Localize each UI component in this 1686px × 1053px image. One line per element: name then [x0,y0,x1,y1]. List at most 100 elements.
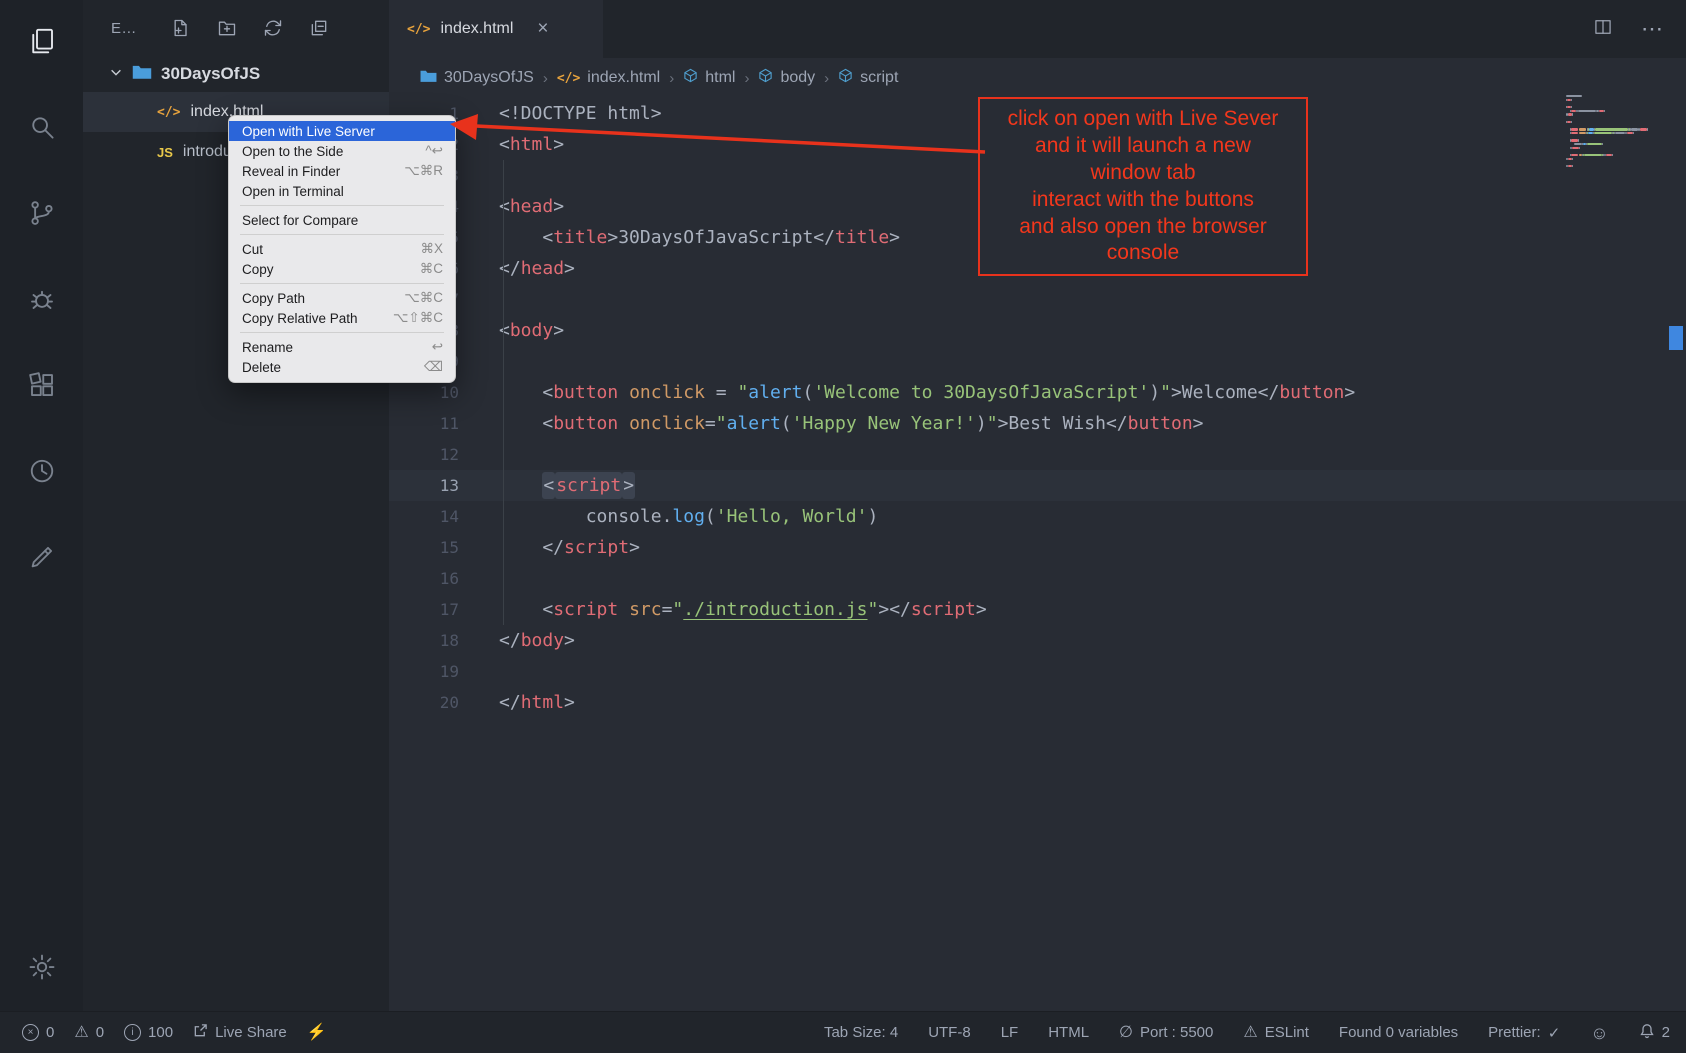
status-live-share[interactable]: Live Share [193,1023,287,1042]
menu-item-shortcut: ⌥⌘R [404,163,443,179]
code-line: 11 <button onclick="alert('Happy New Yea… [389,408,1686,439]
status-0[interactable]: ×0 [22,1024,54,1041]
minimap-line [1566,125,1666,127]
status-100[interactable]: i100 [124,1024,173,1041]
breadcrumb-label: html [705,69,735,87]
menu-item-copy-path[interactable]: Copy Path⌥⌘C [229,288,455,308]
minimap-line [1566,99,1666,101]
breadcrumb-item-script[interactable]: script [838,68,898,88]
status-html[interactable]: HTML [1048,1024,1089,1041]
breadcrumb-item-30daysofjs[interactable]: 30DaysOfJS [420,69,534,88]
breadcrumb-item-index-html[interactable]: </>index.html [557,69,660,87]
menu-item-label: Cut [242,242,263,257]
collapse-all-button[interactable] [309,18,329,38]
menu-item-open-in-terminal[interactable]: Open in Terminal [229,181,455,201]
minimap-line [1566,161,1666,163]
code-line: 16 [389,563,1686,594]
menu-item-copy[interactable]: Copy⌘C [229,259,455,279]
activity-source-control[interactable] [0,172,83,258]
code-line: 9 [389,346,1686,377]
activity-explorer[interactable] [0,0,83,86]
menu-item-reveal-in-finder[interactable]: Reveal in Finder ⌥⌘R [229,161,455,181]
status-utf-8[interactable]: UTF-8 [928,1024,971,1041]
collapse-all-icon [309,25,329,42]
status-lf[interactable]: LF [1001,1024,1019,1041]
activity-extensions[interactable] [0,344,83,430]
status-label: 0 [96,1024,104,1041]
activity-debug[interactable] [0,258,83,344]
line-number: 11 [389,408,499,439]
warning-icon: ⚠ [74,1025,88,1041]
status-2[interactable]: 2 [1639,1023,1670,1043]
status-0[interactable]: ⚠0 [74,1024,104,1041]
breadcrumb-item-body[interactable]: body [758,68,815,88]
menu-item-shortcut: ⌘X [420,241,443,257]
menu-item-delete[interactable]: Delete⌫ [229,357,455,377]
minimap-line [1566,139,1666,141]
code-line: 19 [389,656,1686,687]
context-menu: Open with Live ServerOpen to the Side^↩R… [228,115,456,383]
status-found-0-variables[interactable]: Found 0 variables [1339,1024,1458,1041]
code-line: 18</body> [389,625,1686,656]
status-lightning[interactable]: ⚡ [307,1025,327,1041]
breadcrumb-label: body [780,69,815,87]
tab-index-html[interactable]: </> index.html × [389,0,603,58]
minimap-line [1566,143,1666,145]
activity-edit[interactable] [0,516,83,602]
menu-item-select-for-compare[interactable]: Select for Compare [229,210,455,230]
code-line: 20</html> [389,687,1686,718]
code-line: 7 [389,284,1686,315]
minimap-line [1566,165,1666,167]
activity-timeline[interactable] [0,430,83,516]
status-tab-size-4[interactable]: Tab Size: 4 [824,1024,898,1041]
new-folder-button[interactable] [217,18,237,38]
close-icon[interactable]: × [537,18,548,40]
minimap-line [1566,154,1666,156]
minimap-line [1566,121,1666,123]
minimap-line [1566,106,1666,108]
menu-item-label: Open in Terminal [242,184,344,199]
status-eslint[interactable]: ⚠ESLint [1243,1024,1309,1041]
minimap-line [1566,110,1666,112]
error-icon: × [22,1024,39,1041]
status-prettier[interactable]: Prettier:✓ [1488,1024,1560,1042]
split-editor-button[interactable] [1593,17,1613,42]
status-smiley[interactable]: ☺ [1590,1024,1608,1042]
live-share-icon [193,1023,208,1042]
split-editor-icon [1593,24,1613,41]
status-label: Prettier: [1488,1024,1541,1041]
line-number: 15 [389,532,499,563]
refresh-button[interactable] [263,18,283,38]
minimap[interactable] [1566,95,1666,169]
new-file-button[interactable] [171,18,191,38]
line-number: 14 [389,501,499,532]
menu-item-label: Copy [242,262,274,277]
explorer-icon [27,26,57,61]
code-line-text: </script> [499,532,640,563]
folder-icon [132,64,152,85]
menu-item-shortcut: ⌫ [424,359,443,375]
breadcrumb-item-html[interactable]: html [683,68,735,88]
more-button[interactable]: ⋯ [1641,16,1664,42]
menu-item-open-to-the-side[interactable]: Open to the Side^↩ [229,141,455,161]
tree-root-folder[interactable]: 30DaysOfJS [83,56,389,92]
status-port-5500[interactable]: ∅Port : 5500 [1119,1024,1213,1041]
menu-item-label: Reveal in Finder [242,164,340,179]
root-folder-label: 30DaysOfJS [161,64,260,84]
activity-settings-gear[interactable] [0,927,83,1011]
minimap-line [1566,136,1666,138]
menu-item-open-with-live-server[interactable]: Open with Live Server [229,121,455,141]
menu-item-cut[interactable]: Cut ⌘X [229,239,455,259]
minimap-line [1566,95,1666,97]
chevron-down-icon [109,64,123,84]
symbol-cube-icon [683,68,698,88]
activity-search[interactable] [0,86,83,172]
menu-item-shortcut: ↩ [432,339,443,355]
extensions-icon [27,370,57,405]
menu-item-label: Copy Relative Path [242,311,358,326]
code-line-text: <script src="./introduction.js"></script… [499,594,987,625]
code-line-text: <title>30DaysOfJavaScript</title> [499,222,900,253]
info-icon: i [124,1024,141,1041]
menu-item-copy-relative-path[interactable]: Copy Relative Path⌥⇧⌘C [229,308,455,328]
menu-item-rename[interactable]: Rename↩ [229,337,455,357]
